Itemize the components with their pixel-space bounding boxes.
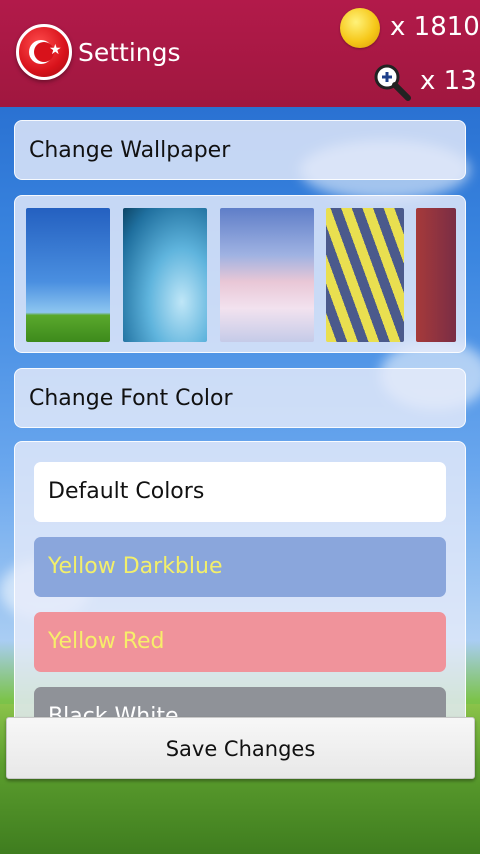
color-option-yellow-red[interactable]: Yellow Red: [34, 612, 446, 672]
magnifier-plus-icon[interactable]: [372, 62, 414, 102]
clouds-wallpaper-thumbnail[interactable]: [220, 208, 314, 342]
stripes-wallpaper-thumbnail[interactable]: [326, 208, 404, 342]
turkey-flag-logo-icon[interactable]: ★: [16, 24, 72, 80]
change-font-color-panel[interactable]: Change Font Color: [14, 368, 466, 428]
change-wallpaper-panel[interactable]: Change Wallpaper: [14, 120, 466, 180]
coin-count: x 1810: [390, 12, 480, 42]
save-changes-button[interactable]: Save Changes: [6, 717, 475, 779]
sky-grass-wallpaper-thumbnail[interactable]: [26, 208, 110, 342]
app-header: ★ Settings x 1810 x 13: [0, 0, 480, 107]
gold-coin-icon: [340, 8, 380, 48]
hint-count: x 13: [420, 66, 477, 96]
font-color-options: Default Colors Yellow Darkblue Yellow Re…: [14, 441, 466, 741]
red-wallpaper-thumbnail[interactable]: [416, 208, 456, 342]
color-option-default[interactable]: Default Colors: [34, 462, 446, 522]
wave-wallpaper-thumbnail[interactable]: [123, 208, 207, 342]
change-font-color-label: Change Font Color: [29, 386, 233, 411]
change-wallpaper-label: Change Wallpaper: [29, 138, 231, 163]
wallpaper-thumbnail-strip[interactable]: [14, 195, 466, 353]
color-option-yellow-darkblue[interactable]: Yellow Darkblue: [34, 537, 446, 597]
page-title: Settings: [78, 38, 181, 67]
